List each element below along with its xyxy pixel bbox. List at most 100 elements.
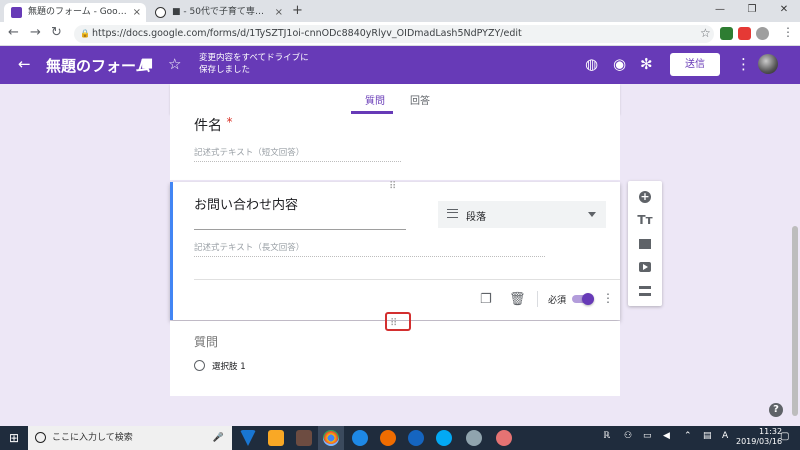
file-explorer-icon[interactable] bbox=[268, 430, 284, 446]
keyboard-icon[interactable]: ▤ bbox=[703, 431, 712, 441]
drag-handle-icon[interactable]: ⠿ bbox=[389, 181, 396, 192]
add-video-button[interactable] bbox=[628, 254, 662, 278]
ie-icon[interactable] bbox=[408, 430, 424, 446]
add-image-button[interactable] bbox=[628, 231, 662, 255]
palette-icon[interactable]: ◍ bbox=[585, 55, 598, 73]
edge-icon[interactable] bbox=[352, 430, 368, 446]
tab-close-icon[interactable]: × bbox=[275, 3, 283, 22]
blog-favicon-icon bbox=[155, 7, 166, 18]
floating-toolbar: + Tт bbox=[628, 181, 662, 306]
url-text: https://docs.google.com/forms/d/1TySZTJ1… bbox=[92, 28, 522, 39]
back-arrow-icon[interactable]: ← bbox=[18, 55, 31, 73]
form-title[interactable]: 無題のフォーム bbox=[46, 55, 151, 76]
add-question-button[interactable]: + bbox=[628, 184, 662, 208]
bookmark-star-icon[interactable]: ☆ bbox=[700, 26, 711, 40]
settings-gear-icon[interactable]: ✻ bbox=[640, 55, 653, 73]
tab-responses[interactable]: 回答 bbox=[410, 92, 430, 107]
forms-favicon-icon bbox=[11, 7, 22, 18]
close-window-button[interactable]: ✕ bbox=[768, 0, 800, 22]
notification-icon[interactable]: ▢ bbox=[780, 431, 789, 442]
reload-icon[interactable]: ↻ bbox=[51, 25, 62, 40]
taskbar-app-icon[interactable] bbox=[466, 430, 482, 446]
maximize-button[interactable]: ❐ bbox=[736, 0, 768, 22]
clock-time: 11:32 bbox=[759, 427, 783, 436]
question-card-new[interactable]: ⠿ 質問 選択肢 1 bbox=[170, 318, 620, 396]
tab-title: 無題のフォーム - Google フォーム bbox=[28, 7, 128, 17]
active-card-accent bbox=[170, 182, 173, 320]
system-clock[interactable]: 11:32 2019/03/16 bbox=[736, 427, 782, 447]
input-mode-icon[interactable]: A bbox=[722, 431, 728, 441]
save-status: 変更内容をすべてドライブに保存しました bbox=[199, 53, 309, 75]
window-controls: — ❐ ✕ bbox=[704, 0, 800, 22]
required-toggle[interactable] bbox=[572, 293, 594, 305]
add-title-button[interactable]: Tт bbox=[628, 208, 662, 232]
question-type-label: 段落 bbox=[466, 212, 486, 223]
folder-icon[interactable]: ■ bbox=[141, 56, 153, 71]
chrome-icon[interactable] bbox=[323, 430, 339, 446]
tab-title: ■ - 50代で子育て専業主夫になっ bbox=[172, 7, 272, 17]
duplicate-icon[interactable]: ❐ bbox=[480, 292, 492, 307]
add-section-button[interactable] bbox=[628, 278, 662, 302]
question-card-inquiry[interactable]: ⠿ お問い合わせ内容 段落 記述式テキスト（長文回答） ❐ 🗑 必須 ⋮ bbox=[170, 181, 620, 320]
image-icon bbox=[639, 238, 651, 249]
question-title-input[interactable]: お問い合わせ内容 bbox=[194, 194, 406, 230]
search-placeholder: ここに入力して検索 bbox=[52, 433, 133, 443]
address-bar: ← → ↻ 🔒 https://docs.google.com/forms/d/… bbox=[0, 22, 800, 46]
scrollbar-thumb[interactable] bbox=[792, 226, 798, 416]
new-tab-button[interactable]: + bbox=[292, 3, 303, 18]
paragraph-icon bbox=[447, 209, 458, 218]
star-icon[interactable]: ☆ bbox=[168, 55, 181, 73]
video-icon bbox=[639, 261, 651, 272]
taskbar-search-input[interactable]: ここに入力して検索 🎤 bbox=[28, 426, 232, 450]
ime-icon[interactable]: ℝ bbox=[603, 431, 610, 441]
extension-icon[interactable] bbox=[738, 27, 751, 40]
required-asterisk: * bbox=[226, 115, 233, 129]
question-title: 件名 * bbox=[194, 115, 233, 134]
volume-icon[interactable]: ◀ bbox=[663, 431, 670, 441]
windows-taskbar: ⊞ ここに入力して検索 🎤 ℝ ⚇ ▭ ◀ ⌃ ▤ A 11:32 2019/0… bbox=[0, 426, 800, 450]
question-card-subject[interactable]: 件名 * 記述式テキスト（短文回答） bbox=[170, 114, 620, 180]
skype-icon[interactable] bbox=[436, 430, 452, 446]
windows-start-icon[interactable]: ⊞ bbox=[9, 431, 19, 445]
divider bbox=[537, 291, 538, 307]
delete-trash-icon[interactable]: 🗑 bbox=[509, 292, 526, 307]
browser-tab-blog[interactable]: ■ - 50代で子育て専業主夫になっ × bbox=[148, 3, 288, 22]
network-icon[interactable]: ▭ bbox=[643, 431, 652, 441]
tab-close-icon[interactable]: × bbox=[133, 3, 141, 22]
forward-icon[interactable]: → bbox=[30, 25, 41, 40]
firefox-icon[interactable] bbox=[380, 430, 396, 446]
send-button[interactable]: 送信 bbox=[670, 53, 720, 76]
add-circle-icon: + bbox=[639, 190, 651, 203]
minimize-button[interactable]: — bbox=[704, 0, 736, 22]
back-icon[interactable]: ← bbox=[8, 25, 19, 40]
section-icon bbox=[639, 285, 651, 296]
microphone-icon[interactable]: 🎤 bbox=[213, 426, 224, 450]
profile-icon[interactable] bbox=[756, 27, 769, 40]
forms-header: ← 無題のフォーム ■ ☆ 変更内容をすべてドライブに保存しました ◍ ◉ ✻ … bbox=[0, 46, 800, 84]
people-icon[interactable]: ⚇ bbox=[624, 431, 632, 441]
page-scrollbar[interactable] bbox=[790, 84, 800, 426]
browser-tab-strip: 無題のフォーム - Google フォーム × ■ - 50代で子育て専業主夫に… bbox=[0, 0, 800, 22]
tab-questions[interactable]: 質問 bbox=[365, 92, 385, 107]
show-hidden-icon[interactable]: ⌃ bbox=[684, 431, 692, 441]
cortana-icon bbox=[35, 432, 46, 443]
taskbar-app-icon[interactable] bbox=[296, 430, 312, 446]
browser-menu-icon[interactable]: ⋮ bbox=[782, 25, 794, 39]
radio-circle-icon bbox=[194, 360, 205, 371]
avatar[interactable] bbox=[758, 54, 778, 74]
taskbar-app-icon[interactable] bbox=[496, 430, 512, 446]
toggle-knob bbox=[582, 293, 594, 305]
more-vert-icon[interactable]: ⋮ bbox=[736, 55, 751, 73]
help-button[interactable]: ? bbox=[769, 403, 783, 417]
url-field[interactable]: 🔒 https://docs.google.com/forms/d/1TySZT… bbox=[74, 25, 714, 43]
browser-tab-forms[interactable]: 無題のフォーム - Google フォーム × bbox=[4, 3, 146, 22]
question-title[interactable]: 質問 bbox=[194, 333, 218, 350]
question-more-icon[interactable]: ⋮ bbox=[602, 291, 614, 305]
option-label: 選択肢 1 bbox=[212, 362, 246, 372]
extension-icon[interactable] bbox=[720, 27, 733, 40]
question-type-dropdown[interactable]: 段落 bbox=[438, 201, 606, 228]
dropdown-caret-icon bbox=[588, 212, 596, 217]
form-tabs-bar: 質問 回答 bbox=[170, 84, 620, 114]
taskbar-app-icon[interactable] bbox=[240, 430, 256, 446]
preview-eye-icon[interactable]: ◉ bbox=[613, 55, 626, 73]
